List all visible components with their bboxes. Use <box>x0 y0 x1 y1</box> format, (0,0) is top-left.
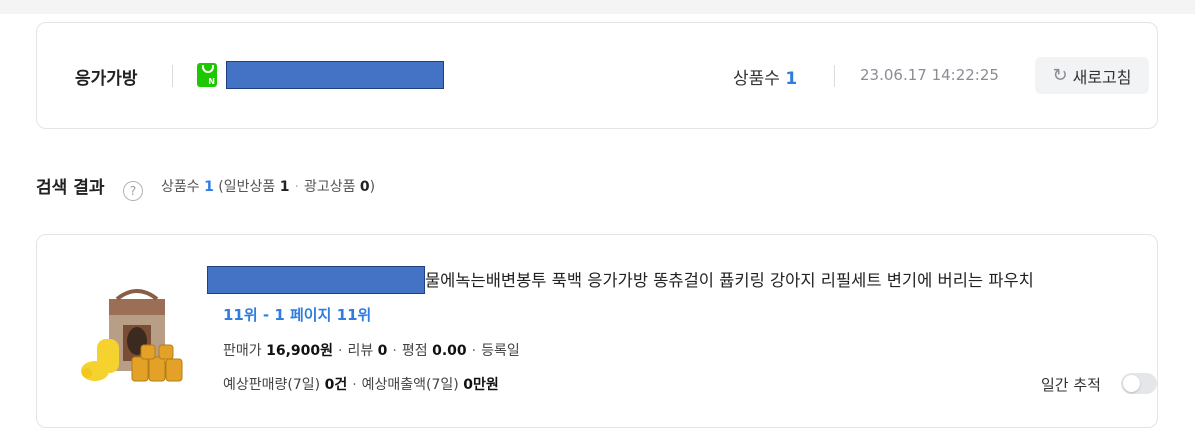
daily-track-label: 일간 추적 <box>1041 376 1101 394</box>
product-stats: 판매가 16,900원 · 리뷰 0 · 평점 0.00 · 등록일 <box>223 343 520 359</box>
product-estimates: 예상판매량(7일) 0건 · 예상매출액(7일) 0만원 <box>223 377 499 393</box>
divider <box>172 65 173 87</box>
refresh-button[interactable]: ↻ 새로고침 <box>1035 57 1149 94</box>
keyword-header-card: 응가가방 N 상품수 1 23.06.17 14:22:25 ↻ 새로고침 <box>36 22 1158 129</box>
product-count: 상품수 1 <box>733 69 798 89</box>
timestamp: 23.06.17 14:22:25 <box>860 66 999 84</box>
product-card: 물에녹는배변봉투 푹백 응가가방 똥츄걸이 퓹키링 강아지 리필세트 변기에 버… <box>36 234 1158 428</box>
naver-smartstore-icon: N <box>197 63 217 87</box>
divider <box>834 65 835 87</box>
product-rank: 11위 - 1 페이지 11위 <box>223 306 372 324</box>
search-results-summary: 상품수 1 (일반상품 1 · 광고상품 0) <box>161 179 376 195</box>
daily-track-toggle[interactable] <box>1121 373 1157 394</box>
product-title[interactable]: 물에녹는배변봉투 푹백 응가가방 똥츄걸이 퓹키링 강아지 리필세트 변기에 버… <box>425 267 1034 291</box>
refresh-label: 새로고침 <box>1072 67 1132 87</box>
question-circle-icon[interactable]: ? <box>123 181 143 201</box>
product-thumbnail[interactable] <box>77 265 187 385</box>
search-results-title: 검색 결과 <box>36 178 105 198</box>
top-strip <box>0 0 1195 14</box>
redacted-product-prefix <box>207 266 425 294</box>
refresh-icon: ↻ <box>1052 64 1068 86</box>
redacted-store-name <box>226 61 444 89</box>
keyword-label: 응가가방 <box>75 69 138 89</box>
